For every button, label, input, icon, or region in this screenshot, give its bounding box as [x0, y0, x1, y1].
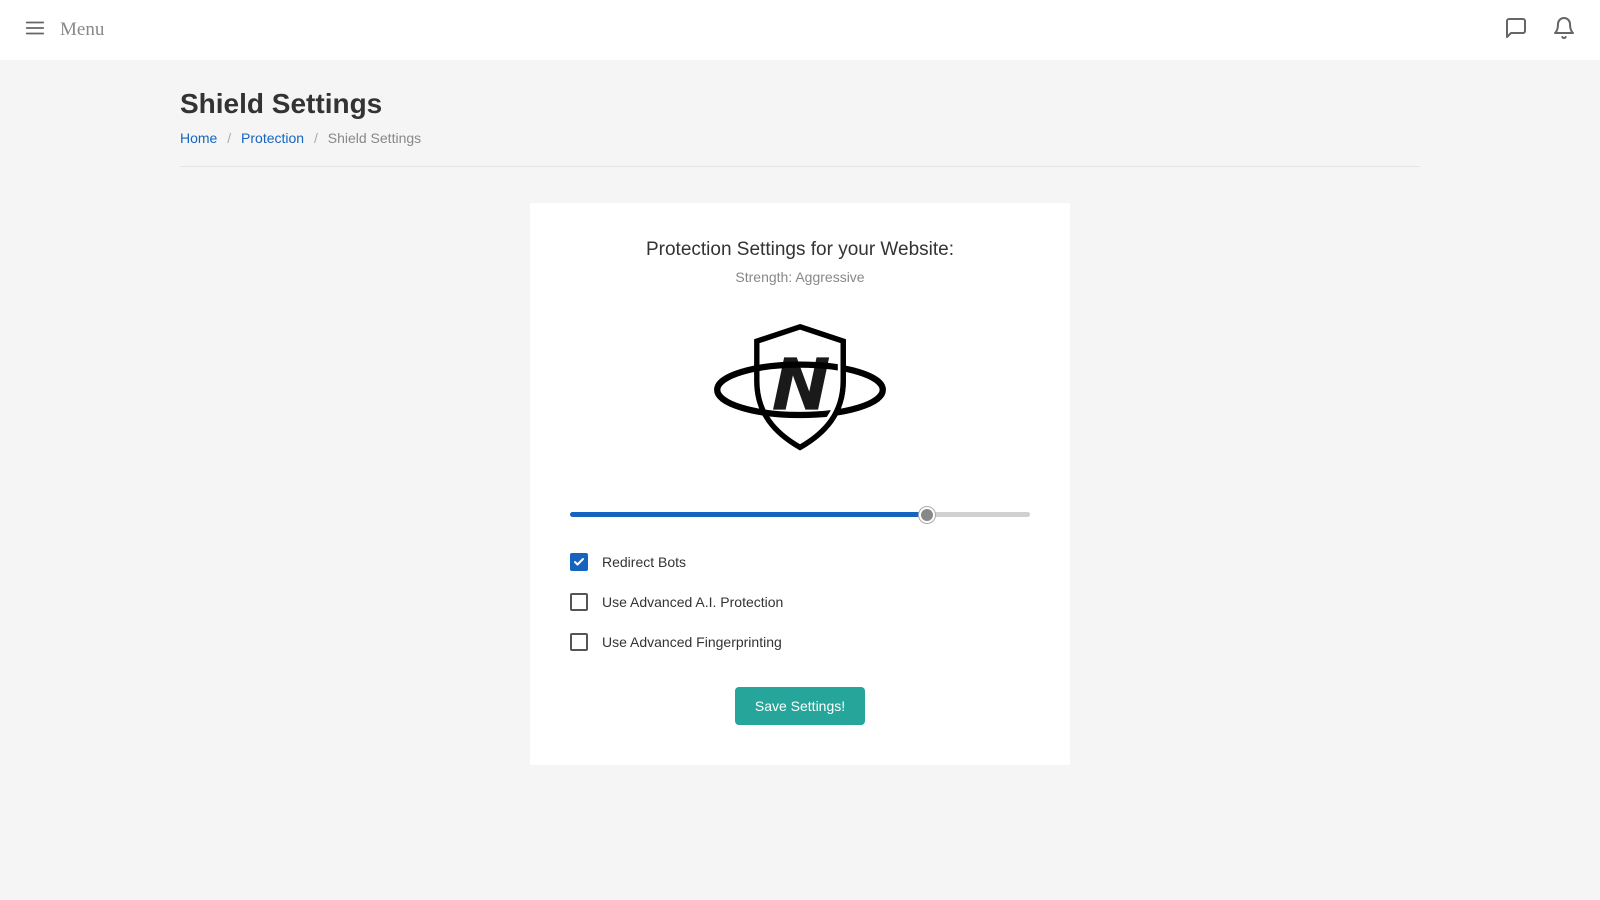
save-button[interactable]: Save Settings!	[735, 687, 865, 725]
topbar-left: Menu	[24, 17, 104, 44]
logo-wrap	[570, 313, 1030, 468]
card-title: Protection Settings for your Website:	[570, 239, 1030, 261]
breadcrumb-protection[interactable]: Protection	[241, 130, 304, 146]
hamburger-icon[interactable]	[24, 17, 46, 44]
content-wrap: Shield Settings Home / Protection / Shie…	[0, 60, 1600, 765]
menu-label[interactable]: Menu	[60, 19, 104, 41]
checkbox-ai-protection[interactable]	[570, 593, 588, 611]
topbar-right	[1504, 16, 1576, 45]
bell-icon[interactable]	[1552, 16, 1576, 45]
breadcrumb: Home / Protection / Shield Settings	[180, 130, 1420, 146]
strength-slider[interactable]	[570, 512, 1030, 517]
settings-card: Protection Settings for your Website: St…	[530, 203, 1070, 765]
breadcrumb-separator: /	[227, 130, 231, 146]
card-subtitle: Strength: Aggressive	[570, 269, 1030, 285]
checkbox-row-ai-protection: Use Advanced A.I. Protection	[570, 593, 1030, 611]
card-container: Protection Settings for your Website: St…	[180, 203, 1420, 765]
checkbox-row-redirect-bots: Redirect Bots	[570, 553, 1030, 571]
chat-icon[interactable]	[1504, 16, 1528, 45]
checkbox-label: Use Advanced A.I. Protection	[602, 594, 783, 610]
checkbox-redirect-bots[interactable]	[570, 553, 588, 571]
checkbox-label: Use Advanced Fingerprinting	[602, 634, 782, 650]
top-bar: Menu	[0, 0, 1600, 60]
breadcrumb-separator: /	[314, 130, 318, 146]
divider	[180, 166, 1420, 167]
slider-track	[570, 512, 1030, 517]
shield-logo-icon	[710, 313, 890, 468]
slider-thumb[interactable]	[919, 507, 935, 523]
checkbox-row-fingerprinting: Use Advanced Fingerprinting	[570, 633, 1030, 651]
slider-fill	[570, 512, 927, 517]
page-title: Shield Settings	[180, 88, 1420, 120]
checkbox-fingerprinting[interactable]	[570, 633, 588, 651]
breadcrumb-current: Shield Settings	[328, 130, 421, 146]
breadcrumb-home[interactable]: Home	[180, 130, 217, 146]
checkbox-label: Redirect Bots	[602, 554, 686, 570]
